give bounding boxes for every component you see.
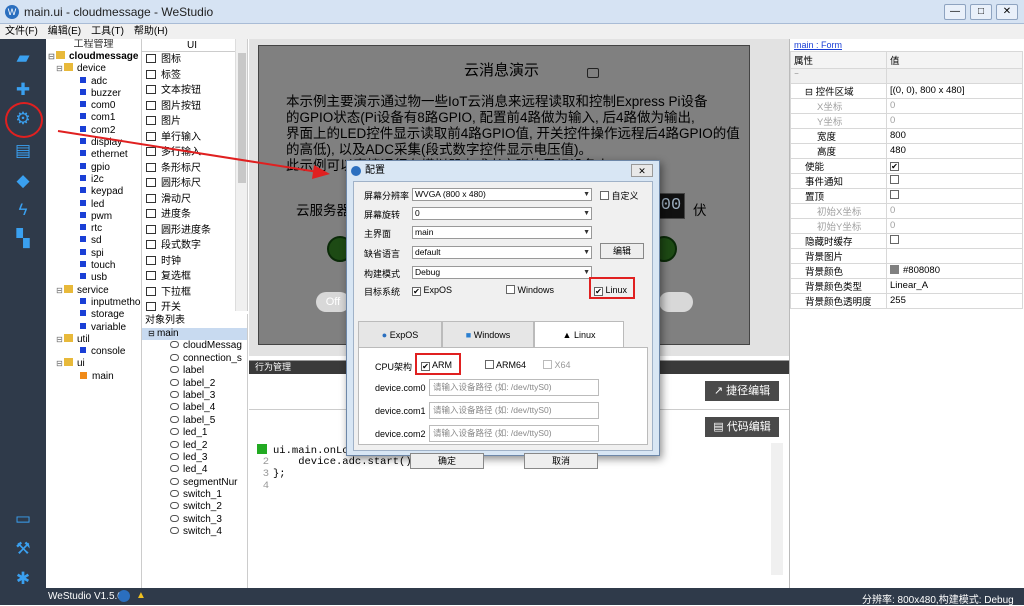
dialog-close-button[interactable]: ✕ [631,164,653,177]
ok-button[interactable]: 确定 [410,453,484,469]
cpu-x64[interactable]: X64 [543,360,571,370]
tab-content: CPU架构 ✔ ARM ARM64 X64 device.com0 请输入设备路… [358,347,648,445]
port-label-2: device.com2 [375,429,426,439]
main-label: 主界面 [364,229,392,239]
rotation-select[interactable]: 0 ▼ [412,207,592,220]
main-select[interactable]: main ▼ [412,226,592,239]
custom-checkbox[interactable]: 自定义 [600,189,639,202]
cpu-label: CPU架构 [375,362,413,372]
edit-button[interactable]: 编辑 [600,243,644,259]
target-windows[interactable]: Windows [506,285,554,295]
port-input-1[interactable]: 请输入设备路径 (如: /dev/ttyS0) [429,402,599,419]
resolution-label: 屏幕分辨率 [364,191,410,201]
linux-highlight [589,277,635,299]
target-expos[interactable]: ✔ ExpOS [412,285,452,296]
port-label-1: device.com1 [375,406,426,416]
tab-expos[interactable]: ● ExpOS [358,321,442,347]
config-dialog: 配置 ✕ 屏幕分辨率 WVGA (800 x 480) ▼ 自定义 屏幕旋转 0 ▼… [346,160,660,469]
dialog-title: 配置 [365,165,385,176]
port-input-0[interactable]: 请输入设备路径 (如: /dev/ttyS0) [429,379,599,396]
dialog-body: 屏幕分辨率 WVGA (800 x 480) ▼ 自定义 屏幕旋转 0 ▼ 主界面 … [353,181,653,469]
cpu-arm64[interactable]: ARM64 [485,360,526,370]
port-label-0: device.com0 [375,383,426,393]
lang-label: 缺省语言 [364,249,401,259]
rotation-label: 屏幕旋转 [364,210,401,220]
tab-windows[interactable]: ■ Windows [442,321,534,347]
port-input-2[interactable]: 请输入设备路径 (如: /dev/ttyS0) [429,425,599,442]
build-select[interactable]: Debug ▼ [412,266,592,279]
arm-highlight [415,353,461,375]
tab-linux[interactable]: ▲ Linux [534,321,624,348]
dialog-icon [351,166,361,176]
resolution-select[interactable]: WVGA (800 x 480) ▼ [412,188,592,201]
build-label: 构建模式 [364,269,401,279]
cancel-button[interactable]: 取消 [524,453,598,469]
target-label: 目标系统 [364,287,401,297]
lang-select[interactable]: default ▼ [412,246,592,259]
